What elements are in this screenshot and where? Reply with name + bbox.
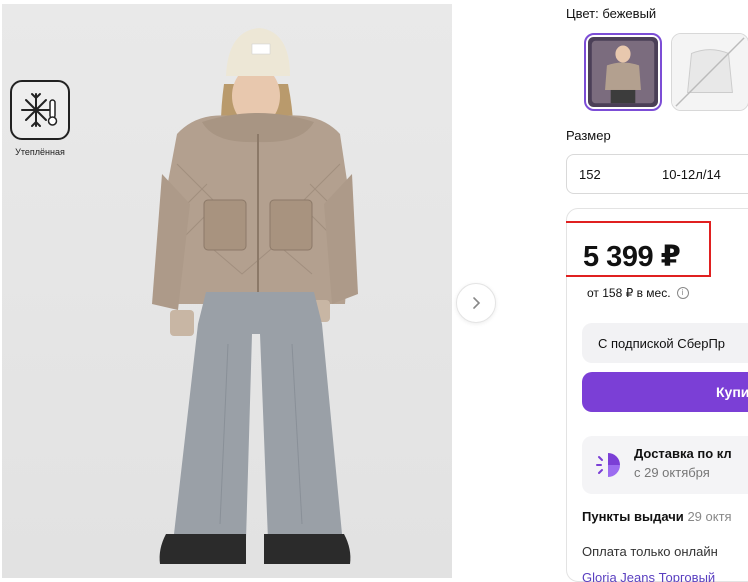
info-icon: i: [676, 287, 689, 299]
delivery-option[interactable]: Доставка по кл с 29 октября: [582, 436, 748, 494]
size-age: 10-12л/14: [662, 167, 721, 182]
installment-text: от 158 ₽ в мес.: [587, 286, 671, 300]
buy-button[interactable]: Купи: [582, 372, 748, 412]
size-value: 152: [579, 167, 601, 182]
seller-link[interactable]: Gloria Jeans Торговый: [582, 570, 715, 582]
delivery-title: Доставка по кл: [634, 446, 732, 461]
warm-badge: Утеплённая: [8, 80, 72, 157]
price: 5 399 ₽: [583, 241, 681, 273]
color-thumbnail-image: [672, 34, 748, 110]
color-label: Цвет: бежевый: [566, 6, 657, 21]
pickup-date: 29 октя: [687, 509, 732, 524]
chevron-right-icon: [473, 297, 481, 309]
size-selector[interactable]: 152 10-12л/14: [566, 154, 748, 194]
pickup-points-link[interactable]: Пункты выдачи 29 октя: [582, 509, 732, 524]
color-option-beige[interactable]: [584, 33, 662, 111]
delivery-date: с 29 октября: [634, 465, 710, 480]
subscription-button[interactable]: С подпиской СберПр: [582, 323, 748, 363]
product-image[interactable]: Утеплённая: [2, 4, 452, 578]
product-info-panel: Цвет: бежевый Размер 152 10-12л/14 5 399…: [566, 0, 748, 582]
badge-label: Утеплённая: [15, 147, 65, 157]
color-thumbnail-image: [588, 37, 658, 107]
snowflake-thermometer-icon: [10, 80, 70, 140]
delivery-icon: [596, 453, 620, 477]
payment-note: Оплата только онлайн: [582, 544, 718, 559]
pickup-label: Пункты выдачи: [582, 509, 684, 524]
gallery-next-button[interactable]: [456, 283, 496, 323]
installment-link[interactable]: от 158 ₽ в мес. i: [587, 286, 689, 300]
size-label: Размер: [566, 128, 611, 143]
color-option-unavailable[interactable]: [671, 33, 748, 111]
